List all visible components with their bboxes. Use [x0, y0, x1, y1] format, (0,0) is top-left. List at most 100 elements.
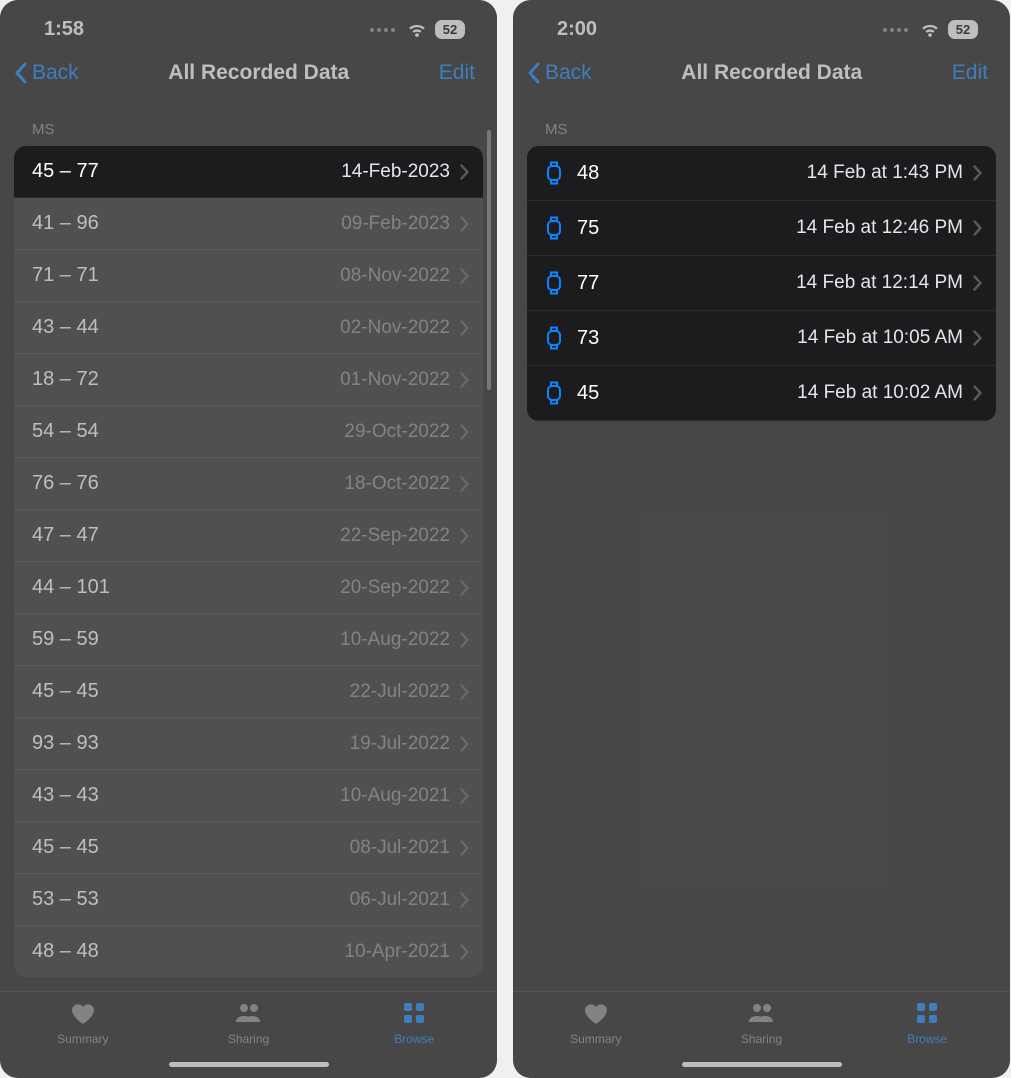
row-value: 43 – 43	[32, 784, 340, 807]
row-value: 43 – 44	[32, 316, 340, 339]
data-list: 4814 Feb at 1:43 PM7514 Feb at 12:46 PM7…	[527, 146, 996, 421]
row-date: 14 Feb at 10:05 AM	[797, 327, 963, 349]
back-button[interactable]: Back	[14, 61, 79, 85]
row-value: 45 – 45	[32, 836, 350, 859]
table-row[interactable]: 71 – 7108-Nov-2022	[14, 250, 483, 302]
chevron-right-icon	[460, 164, 469, 180]
wifi-icon	[919, 20, 941, 40]
chevron-right-icon	[973, 385, 982, 401]
phone-right: 2:00 52 Back All Recorded Data Edit MS 4…	[513, 0, 1010, 1078]
row-date: 09-Feb-2023	[341, 213, 450, 235]
tab-sharing[interactable]: Sharing	[679, 1000, 845, 1046]
tab-label: Sharing	[741, 1032, 782, 1046]
tab-browse[interactable]: Browse	[331, 1000, 497, 1046]
table-row[interactable]: 45 – 4508-Jul-2021	[14, 822, 483, 874]
cellular-dots-icon	[883, 28, 908, 32]
content-area: MS 4814 Feb at 1:43 PM7514 Feb at 12:46 …	[513, 99, 1010, 991]
table-row[interactable]: 41 – 9609-Feb-2023	[14, 198, 483, 250]
scroll-indicator[interactable]	[487, 130, 491, 390]
table-row[interactable]: 93 – 9319-Jul-2022	[14, 718, 483, 770]
tab-sharing[interactable]: Sharing	[166, 1000, 332, 1046]
table-row[interactable]: 53 – 5306-Jul-2021	[14, 874, 483, 926]
table-row[interactable]: 44 – 10120-Sep-2022	[14, 562, 483, 614]
row-value: 54 – 54	[32, 420, 344, 443]
tab-label: Browse	[907, 1032, 947, 1046]
phone-left: 1:58 52 Back All Recorded Data Edit MS 4…	[0, 0, 497, 1078]
chevron-right-icon	[460, 788, 469, 804]
row-value: 53 – 53	[32, 888, 350, 911]
chevron-right-icon	[460, 216, 469, 232]
battery-level: 52	[435, 20, 465, 39]
row-value: 45 – 77	[32, 160, 341, 183]
people-icon	[234, 1000, 264, 1029]
back-label: Back	[32, 61, 79, 85]
row-value: 18 – 72	[32, 368, 340, 391]
watch-icon	[545, 160, 563, 186]
tab-bar: Summary Sharing Browse	[0, 991, 497, 1050]
chevron-right-icon	[460, 424, 469, 440]
people-icon	[747, 1000, 777, 1029]
table-row[interactable]: 54 – 5429-Oct-2022	[14, 406, 483, 458]
table-row[interactable]: 45 – 4522-Jul-2022	[14, 666, 483, 718]
chevron-right-icon	[460, 268, 469, 284]
status-bar: 1:58 52	[0, 0, 497, 49]
table-row[interactable]: 43 – 4402-Nov-2022	[14, 302, 483, 354]
table-row[interactable]: 7514 Feb at 12:46 PM	[527, 201, 996, 256]
row-date: 14-Feb-2023	[341, 161, 450, 183]
tab-summary[interactable]: Summary	[513, 1000, 679, 1046]
table-row[interactable]: 43 – 4310-Aug-2021	[14, 770, 483, 822]
content-area: MS 45 – 7714-Feb-202341 – 9609-Feb-20237…	[0, 99, 497, 991]
row-date: 22-Sep-2022	[340, 525, 450, 547]
data-list: 45 – 7714-Feb-202341 – 9609-Feb-202371 –…	[14, 146, 483, 977]
row-date: 22-Jul-2022	[350, 681, 450, 703]
tab-bar: Summary Sharing Browse	[513, 991, 1010, 1050]
watch-icon	[545, 325, 563, 351]
row-value: 45	[577, 382, 797, 405]
edit-button[interactable]: Edit	[952, 61, 988, 85]
home-indicator[interactable]	[513, 1050, 1010, 1078]
table-row[interactable]: 47 – 4722-Sep-2022	[14, 510, 483, 562]
row-value: 48	[577, 162, 807, 185]
row-value: 77	[577, 272, 796, 295]
row-value: 75	[577, 217, 796, 240]
table-row[interactable]: 48 – 4810-Apr-2021	[14, 926, 483, 977]
heart-icon	[68, 1000, 98, 1029]
table-row[interactable]: 7314 Feb at 10:05 AM	[527, 311, 996, 366]
row-value: 59 – 59	[32, 628, 340, 651]
chevron-right-icon	[973, 275, 982, 291]
tab-browse[interactable]: Browse	[844, 1000, 1010, 1046]
row-date: 20-Sep-2022	[340, 577, 450, 599]
chevron-right-icon	[460, 840, 469, 856]
row-value: 47 – 47	[32, 524, 340, 547]
row-value: 44 – 101	[32, 576, 340, 599]
chevron-right-icon	[460, 320, 469, 336]
table-row[interactable]: 4814 Feb at 1:43 PM	[527, 146, 996, 201]
chevron-right-icon	[460, 580, 469, 596]
tab-label: Browse	[394, 1032, 434, 1046]
status-bar: 2:00 52	[513, 0, 1010, 49]
row-date: 19-Jul-2022	[350, 733, 450, 755]
row-date: 01-Nov-2022	[340, 369, 450, 391]
table-row[interactable]: 45 – 7714-Feb-2023	[14, 146, 483, 198]
row-date: 14 Feb at 1:43 PM	[807, 162, 963, 184]
nav-bar: Back All Recorded Data Edit	[0, 49, 497, 99]
row-date: 14 Feb at 12:46 PM	[796, 217, 963, 239]
row-date: 14 Feb at 10:02 AM	[797, 382, 963, 404]
grid-icon	[399, 1000, 429, 1029]
chevron-right-icon	[460, 476, 469, 492]
row-date: 10-Apr-2021	[344, 941, 450, 963]
home-indicator[interactable]	[0, 1050, 497, 1078]
row-date: 10-Aug-2022	[340, 629, 450, 651]
table-row[interactable]: 18 – 7201-Nov-2022	[14, 354, 483, 406]
table-row[interactable]: 7714 Feb at 12:14 PM	[527, 256, 996, 311]
table-row[interactable]: 59 – 5910-Aug-2022	[14, 614, 483, 666]
status-time: 1:58	[44, 18, 84, 41]
back-button[interactable]: Back	[527, 61, 592, 85]
section-header: MS	[14, 99, 483, 146]
row-value: 48 – 48	[32, 940, 344, 963]
row-date: 14 Feb at 12:14 PM	[796, 272, 963, 294]
table-row[interactable]: 4514 Feb at 10:02 AM	[527, 366, 996, 421]
edit-button[interactable]: Edit	[439, 61, 475, 85]
tab-summary[interactable]: Summary	[0, 1000, 166, 1046]
table-row[interactable]: 76 – 7618-Oct-2022	[14, 458, 483, 510]
